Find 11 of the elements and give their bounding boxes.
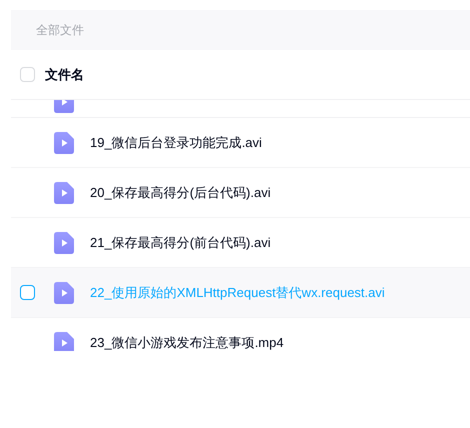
- video-file-icon: [54, 232, 74, 254]
- file-name[interactable]: 20_保存最高得分(后台代码).avi: [90, 184, 271, 202]
- file-name[interactable]: 23_微信小游戏发布注意事项.mp4: [90, 334, 284, 351]
- file-name[interactable]: 21_保存最高得分(前台代码).avi: [90, 234, 271, 252]
- file-name[interactable]: 19_微信后台登录功能完成.avi: [90, 134, 262, 152]
- video-file-icon: [54, 182, 74, 204]
- select-all-checkbox[interactable]: [20, 67, 35, 82]
- video-file-icon: [54, 132, 74, 154]
- row-checkbox[interactable]: [20, 285, 35, 300]
- column-header: 文件名: [45, 66, 84, 84]
- video-file-icon: [54, 282, 74, 304]
